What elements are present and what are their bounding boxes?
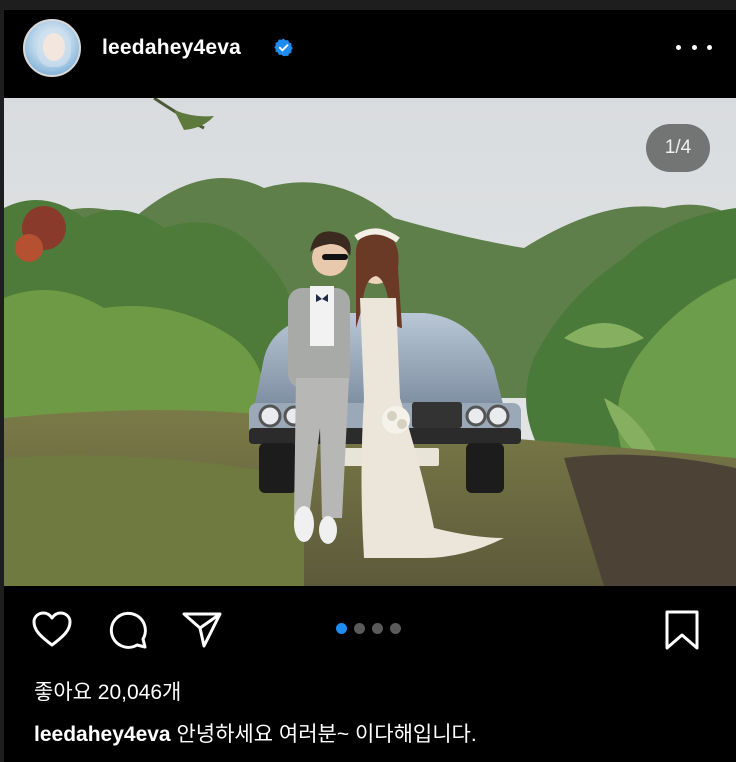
carousel-dot	[354, 623, 365, 634]
caption-username[interactable]: leedahey4eva	[34, 723, 171, 746]
wedding-photo	[4, 98, 736, 586]
verified-badge-icon	[274, 38, 293, 57]
avatar[interactable]	[23, 19, 81, 77]
send-icon[interactable]	[180, 608, 224, 652]
post-header: leedahey4eva	[4, 10, 736, 98]
comment-icon[interactable]	[106, 608, 150, 652]
post-card: leedahey4eva 1/4 좋아요 20,046개 leedahey4ev…	[4, 10, 736, 762]
carousel-dot-active	[336, 623, 347, 634]
action-bar	[4, 596, 736, 656]
post-photo[interactable]: 1/4	[4, 98, 736, 586]
post-username[interactable]: leedahey4eva	[102, 36, 241, 60]
carousel-dot	[372, 623, 383, 634]
bookmark-icon[interactable]	[660, 608, 704, 652]
image-counter: 1/4	[646, 124, 710, 172]
more-options-icon[interactable]	[676, 35, 712, 59]
carousel-indicator	[336, 623, 401, 634]
likes-count[interactable]: 좋아요 20,046개	[34, 676, 181, 706]
caption-text: 안녕하세요 여러분~ 이다해입니다.	[176, 723, 477, 746]
carousel-dot	[390, 623, 401, 634]
heart-icon[interactable]	[30, 608, 74, 652]
post-caption: leedahey4eva 안녕하세요 여러분~ 이다해입니다.	[34, 718, 477, 748]
